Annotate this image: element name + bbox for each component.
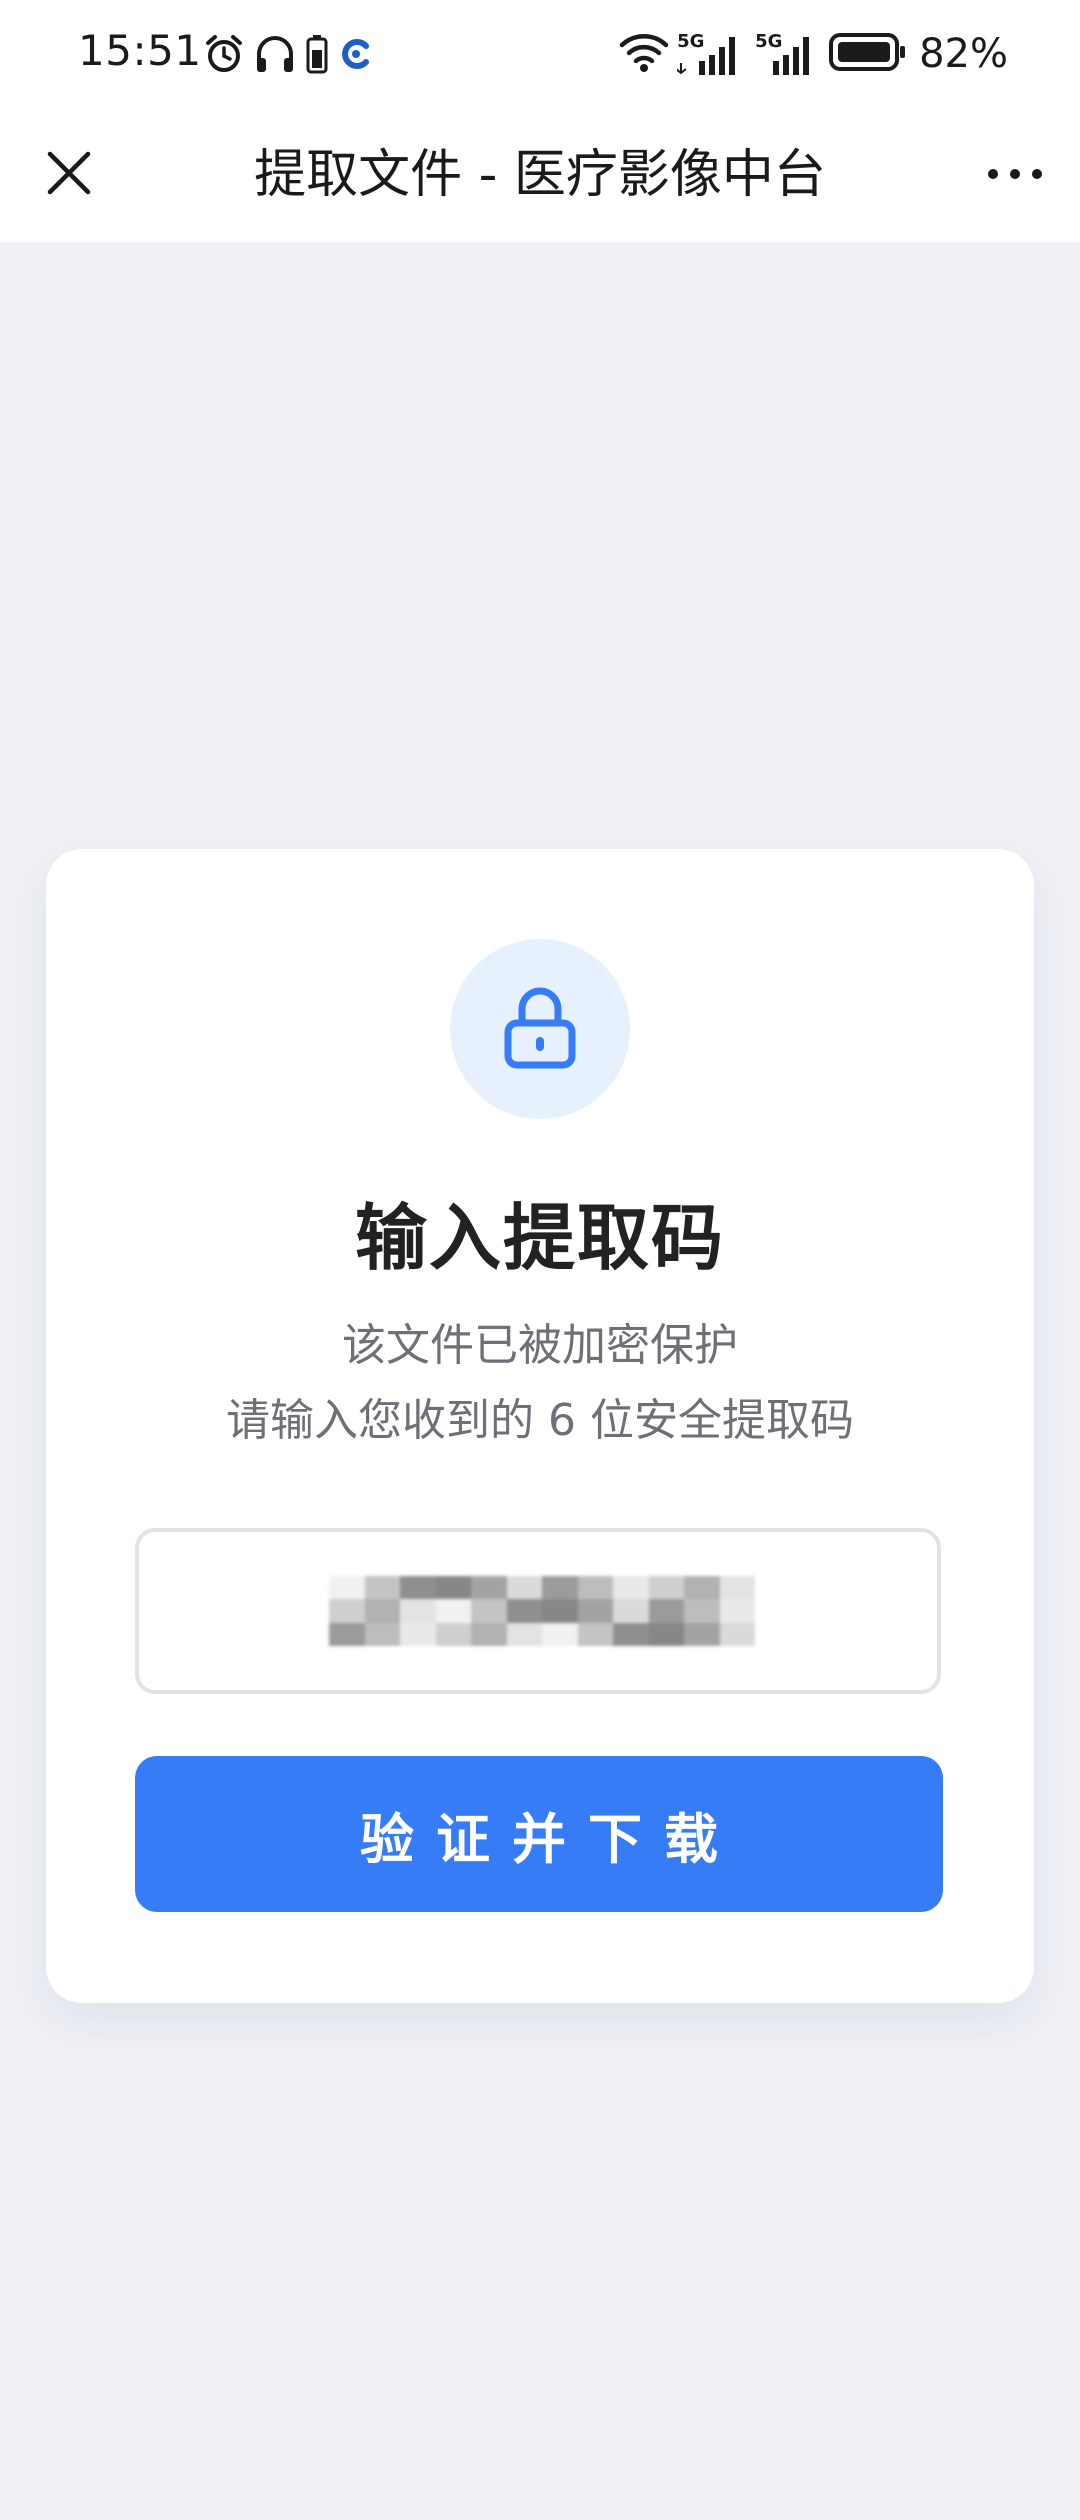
signal-icon: 5G <box>755 31 821 77</box>
battery-percent: 82% <box>919 31 1008 77</box>
verify-download-button[interactable]: 验证并下载 <box>135 1756 943 1912</box>
card-subtitle-line2: 请输入您收到的 6 位安全提取码 <box>226 1395 854 1446</box>
more-button[interactable] <box>980 142 1050 208</box>
extraction-code-input[interactable] <box>139 1532 937 1690</box>
lock-icon <box>502 985 578 1073</box>
signal-icon: 5G <box>677 31 747 77</box>
status-bar: 15:51 5G 5G 82% <box>0 0 1080 108</box>
lock-badge <box>450 939 630 1119</box>
close-button[interactable] <box>36 142 102 208</box>
title-bar: 提取文件 - 医疗影像中台 <box>0 108 1080 242</box>
close-icon <box>46 150 92 200</box>
battery-small-icon <box>306 34 328 78</box>
more-icon <box>987 166 1043 185</box>
status-right-icons: 5G 5G 82% <box>619 26 1008 82</box>
card-heading: 输入提取码 <box>354 1196 725 1280</box>
page-title: 提取文件 - 医疗影像中台 <box>254 145 826 205</box>
headphones-icon <box>254 34 296 78</box>
battery-icon <box>829 32 907 76</box>
extraction-code-field[interactable] <box>135 1528 941 1694</box>
wifi-icon <box>619 31 669 77</box>
card-subtitle-line1: 该文件已被加密保护 <box>342 1320 738 1371</box>
status-left-icons <box>204 34 374 78</box>
alarm-icon <box>204 34 244 78</box>
app-notification-icon <box>338 36 374 76</box>
extraction-card: 输入提取码 该文件已被加密保护 请输入您收到的 6 位安全提取码 验证并下载 <box>46 849 1034 2003</box>
status-time: 15:51 <box>78 26 202 75</box>
